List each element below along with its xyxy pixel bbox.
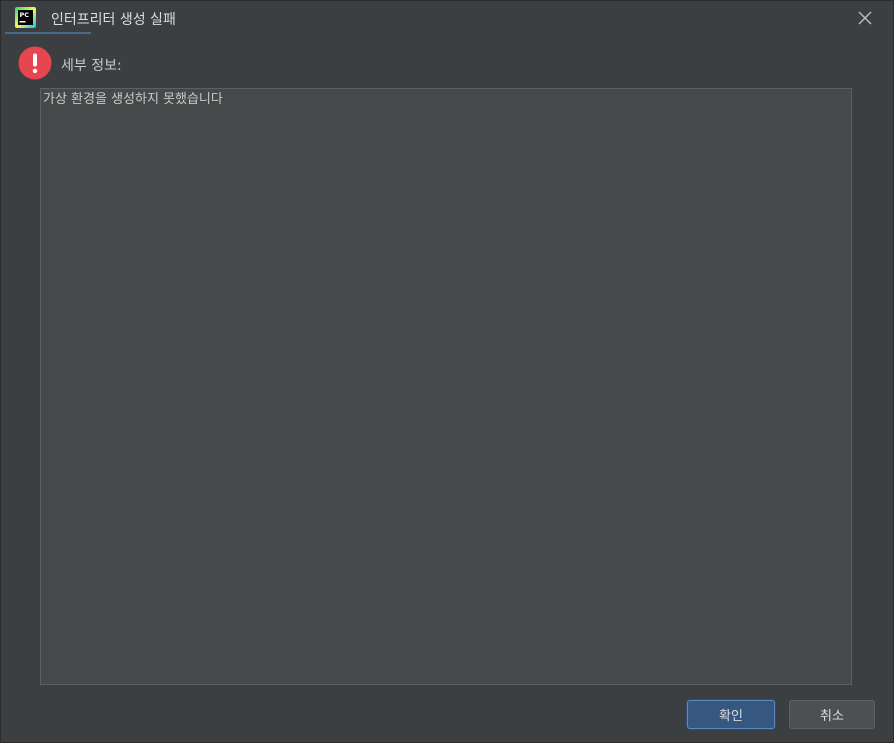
- details-text: 가상 환경을 생성하지 못했습니다: [43, 92, 223, 107]
- ok-button[interactable]: 확인: [687, 700, 775, 729]
- title-bar: PC 인터프리터 생성 실패: [1, 1, 893, 35]
- close-icon: [858, 11, 872, 25]
- close-button[interactable]: [853, 6, 877, 30]
- error-icon: [18, 46, 52, 80]
- details-label: 세부 정보:: [61, 58, 122, 74]
- title-underline: [5, 32, 91, 34]
- window-title: 인터프리터 생성 실패: [51, 12, 176, 28]
- details-text-area[interactable]: 가상 환경을 생성하지 못했습니다: [40, 88, 852, 685]
- svg-text:PC: PC: [20, 11, 30, 19]
- pycharm-icon: PC: [15, 7, 36, 28]
- cancel-button[interactable]: 취소: [789, 700, 875, 729]
- dialog-window: PC 인터프리터 생성 실패 세부 정보: 가상 환경을 생성하지 못했습니다 …: [0, 0, 894, 743]
